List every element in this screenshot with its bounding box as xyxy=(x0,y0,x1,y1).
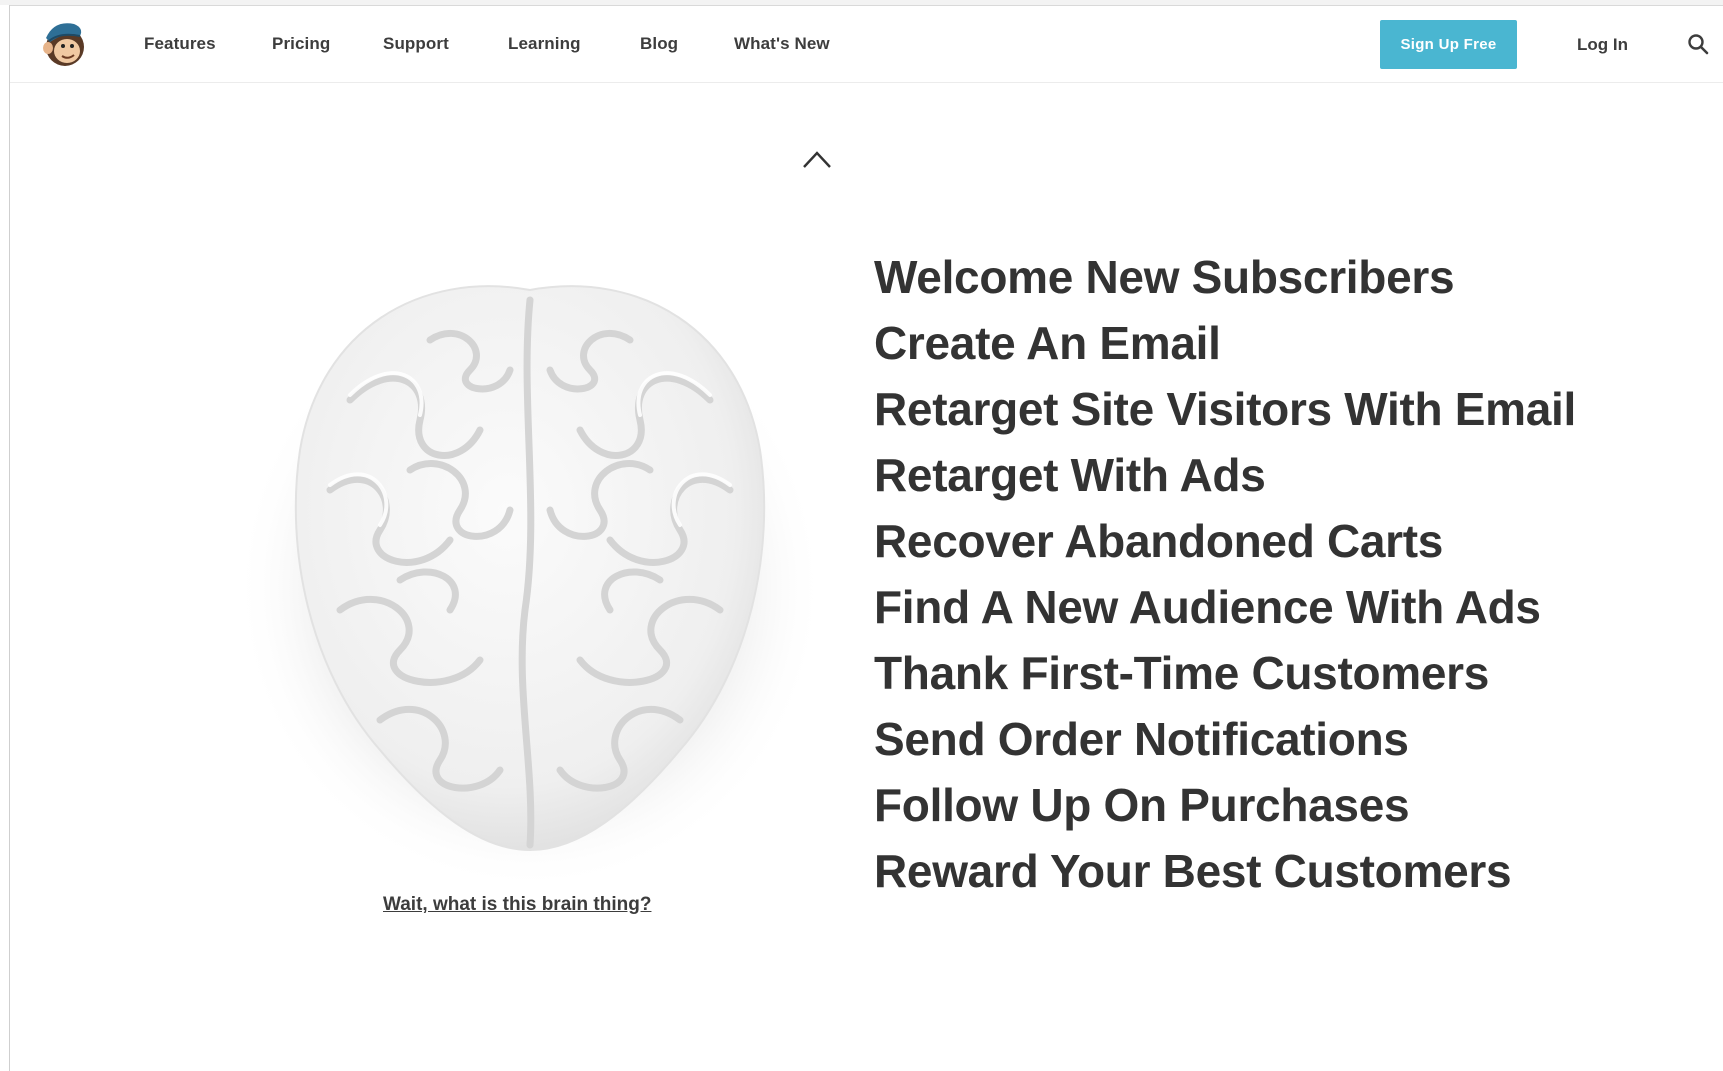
use-case-item[interactable]: Recover Abandoned Carts xyxy=(874,508,1576,574)
use-case-list: Welcome New Subscribers Create An Email … xyxy=(874,244,1576,904)
brain-explainer-link[interactable]: Wait, what is this brain thing? xyxy=(383,894,651,916)
nav-learning[interactable]: Learning xyxy=(508,34,581,54)
use-case-item[interactable]: Find A New Audience With Ads xyxy=(874,574,1576,640)
use-case-item[interactable]: Retarget With Ads xyxy=(874,442,1576,508)
site-header: Features Pricing Support Learning Blog W… xyxy=(10,6,1723,83)
nav-features[interactable]: Features xyxy=(144,34,216,54)
search-icon[interactable] xyxy=(1687,33,1709,55)
nav-support[interactable]: Support xyxy=(383,34,449,54)
nav-blog[interactable]: Blog xyxy=(640,34,678,54)
page: Features Pricing Support Learning Blog W… xyxy=(0,0,1723,1071)
use-case-item[interactable]: Reward Your Best Customers xyxy=(874,838,1576,904)
window-left-edge xyxy=(0,5,10,1071)
brain-illustration xyxy=(235,270,825,880)
nav-pricing[interactable]: Pricing xyxy=(272,34,330,54)
use-case-item[interactable]: Welcome New Subscribers xyxy=(874,244,1576,310)
use-case-item[interactable]: Send Order Notifications xyxy=(874,706,1576,772)
log-in-link[interactable]: Log In xyxy=(1577,35,1628,55)
use-case-item[interactable]: Create An Email xyxy=(874,310,1576,376)
use-case-item[interactable]: Retarget Site Visitors With Email xyxy=(874,376,1576,442)
nav-whats-new[interactable]: What's New xyxy=(734,34,830,54)
sign-up-free-button[interactable]: Sign Up Free xyxy=(1380,20,1517,69)
use-case-item[interactable]: Follow Up On Purchases xyxy=(874,772,1576,838)
main-nav: Features Pricing Support Learning Blog W… xyxy=(10,6,910,82)
chevron-up-icon[interactable] xyxy=(801,148,833,170)
use-case-item[interactable]: Thank First-Time Customers xyxy=(874,640,1576,706)
